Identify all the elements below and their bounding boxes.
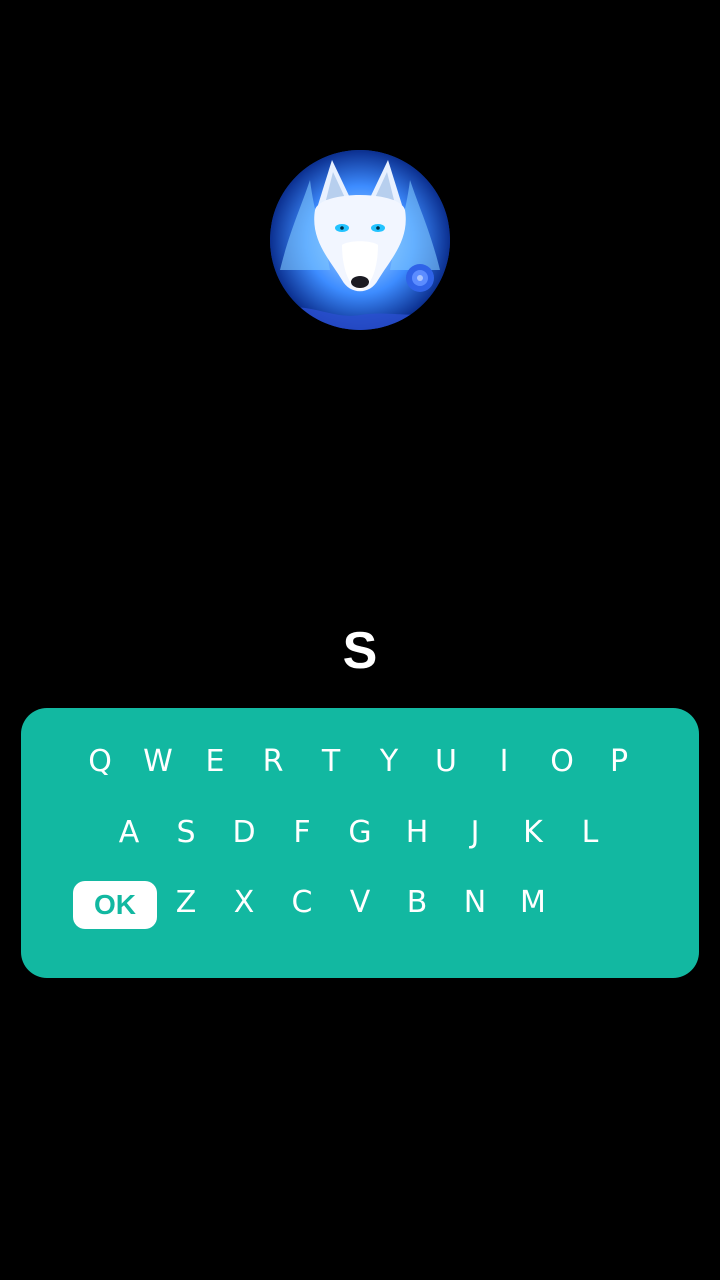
key-v[interactable]: V: [333, 876, 387, 930]
key-s[interactable]: S: [159, 806, 213, 860]
key-u[interactable]: U: [419, 735, 473, 789]
key-y[interactable]: Y: [362, 735, 416, 789]
profile-avatar: [270, 150, 450, 330]
key-r[interactable]: R: [246, 735, 300, 789]
key-a[interactable]: A: [102, 806, 156, 860]
entered-text: S: [342, 622, 378, 680]
ok-button[interactable]: OK: [73, 881, 157, 929]
key-h[interactable]: H: [390, 806, 444, 860]
key-m[interactable]: M: [506, 876, 560, 930]
key-g[interactable]: G: [333, 806, 387, 860]
key-q[interactable]: Q: [73, 735, 127, 789]
key-b[interactable]: B: [390, 876, 444, 930]
key-c[interactable]: C: [275, 876, 329, 930]
key-x[interactable]: X: [217, 876, 271, 930]
keyboard: Q W E R T Y U I O P A S D F G H J K L OK…: [21, 708, 699, 978]
key-i[interactable]: I: [477, 735, 531, 789]
key-d[interactable]: D: [217, 806, 271, 860]
key-k[interactable]: K: [506, 806, 560, 860]
key-j[interactable]: J: [448, 806, 502, 860]
key-z[interactable]: Z: [159, 876, 213, 930]
wolf-icon: [270, 150, 450, 330]
key-l[interactable]: L: [563, 806, 617, 860]
key-p[interactable]: P: [592, 735, 646, 789]
key-w[interactable]: W: [131, 735, 185, 789]
key-t[interactable]: T: [304, 735, 358, 789]
key-n[interactable]: N: [448, 876, 502, 930]
key-e[interactable]: E: [188, 735, 242, 789]
key-o[interactable]: O: [535, 735, 589, 789]
key-f[interactable]: F: [275, 806, 329, 860]
